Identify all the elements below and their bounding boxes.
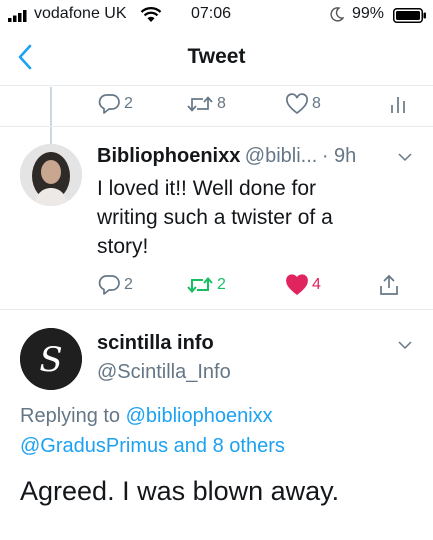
display-name[interactable]: scintilla info [97, 332, 214, 355]
reply-tweet-actions: 2 2 4 [0, 269, 433, 301]
like-button[interactable]: 8 [285, 88, 321, 120]
retweet-icon [187, 96, 213, 112]
reply-button[interactable]: 2 [97, 269, 133, 301]
timestamp: · 9h [321, 145, 357, 167]
parent-tweet-actions: 2 8 8 [0, 88, 433, 120]
handle[interactable]: @bibli... [245, 145, 318, 167]
avatar[interactable]: S [20, 328, 82, 390]
heart-icon [286, 93, 308, 115]
avatar[interactable] [20, 144, 82, 206]
reply-tweet[interactable]: Bibliophoenixx @bibli... · 9h I loved it… [0, 127, 433, 309]
avatar-letter: S [39, 340, 62, 380]
like-count: 8 [312, 95, 321, 112]
nav-bar: Tweet [0, 30, 433, 86]
status-bar: vodafone UK 07:06 99% [0, 0, 433, 30]
chevron-down-icon [398, 153, 412, 162]
moon-icon [330, 7, 345, 22]
retweet-button[interactable]: 2 [186, 269, 226, 301]
chevron-down-icon [398, 341, 412, 350]
replying-to: Replying to @bibliophoenixx @GradusPrimu… [20, 401, 285, 461]
clock: 07:06 [191, 5, 232, 22]
retweet-button[interactable]: 8 [186, 88, 226, 120]
analytics-icon [391, 97, 405, 113]
reply-count: 2 [124, 276, 133, 293]
tweet-text: I loved it!! Well done for writing such … [97, 177, 333, 258]
reply-count: 2 [124, 95, 133, 112]
more-options-button[interactable] [397, 150, 413, 162]
handle[interactable]: @Scintilla_Info [97, 361, 231, 384]
battery-percent: 99% [352, 5, 385, 22]
share-icon [380, 274, 398, 295]
display-name[interactable]: Bibliophoenixx [97, 145, 240, 167]
carrier-label: vodafone UK [34, 5, 127, 22]
more-options-button[interactable] [397, 338, 413, 350]
mention-link[interactable]: @bibliophoenixx [126, 405, 273, 427]
retweet-count: 2 [217, 276, 226, 293]
signal-icon [8, 9, 30, 22]
retweet-icon [187, 276, 213, 294]
battery-icon [393, 8, 427, 23]
page-title: Tweet [187, 45, 246, 68]
analytics-button[interactable] [389, 88, 407, 120]
reply-icon [98, 275, 120, 295]
reply-button[interactable]: 2 [97, 88, 133, 120]
heart-filled-icon [286, 274, 308, 295]
focused-tweet: S scintilla info @Scintilla_Info Replyin… [0, 310, 433, 540]
tweet-text: Agreed. I was blown away. [20, 476, 340, 506]
like-count: 4 [312, 276, 321, 293]
like-button[interactable]: 4 [285, 269, 321, 301]
reply-icon [98, 94, 120, 114]
mention-list-link[interactable]: @GradusPrimus and 8 others [20, 431, 285, 461]
share-button[interactable] [378, 269, 400, 301]
wifi-icon [140, 6, 162, 23]
retweet-count: 8 [217, 95, 226, 112]
